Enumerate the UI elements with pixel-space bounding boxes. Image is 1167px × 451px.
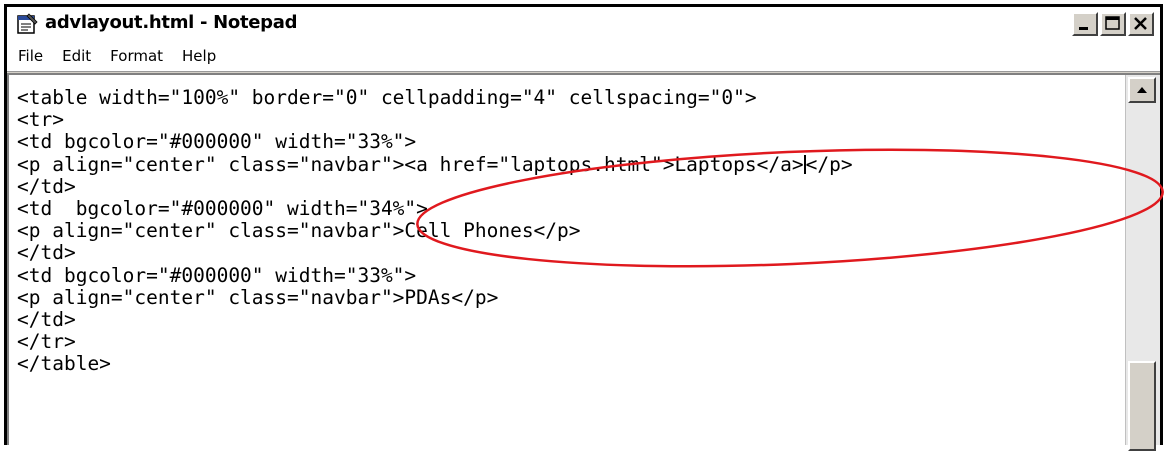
menu-edit[interactable]: Edit (62, 47, 91, 65)
code-line: </td> (17, 241, 76, 265)
window-title: advlayout.html - Notepad (45, 12, 298, 33)
menu-bar: File Edit Format Help (7, 41, 1160, 72)
code-line: </td> (17, 307, 76, 331)
close-button[interactable] (1128, 12, 1154, 36)
code-line: </table> (17, 352, 111, 376)
code-line: </td> (17, 174, 76, 198)
code-line: <table width="100%" border="0" cellpaddi… (17, 86, 757, 109)
code-line: <td bgcolor="#000000" width="33%"> (17, 263, 417, 287)
menu-help[interactable]: Help (182, 47, 216, 65)
code-line: <p align="center" class="navbar">PDAs</p… (17, 285, 499, 309)
notepad-icon (17, 13, 38, 34)
code-line: <td bgcolor="#000000" width="34%"> (17, 196, 428, 220)
menu-format[interactable]: Format (110, 47, 163, 65)
minimize-icon (1079, 27, 1088, 30)
menu-file[interactable]: File (18, 47, 43, 65)
maximize-button[interactable] (1100, 12, 1126, 36)
close-icon (1134, 17, 1147, 30)
code-line: <td bgcolor="#000000" width="33%"> (17, 130, 417, 154)
code-line-with-caret: <p align="center" class="navbar"><a href… (17, 152, 1114, 176)
maximize-icon (1105, 16, 1120, 30)
window-controls (1072, 12, 1154, 36)
code-line: <tr> (17, 108, 64, 132)
scroll-thumb[interactable] (1128, 361, 1156, 451)
scroll-up-button[interactable] (1128, 77, 1156, 103)
code-line-text: <p align="center" class="navbar"><a href… (17, 152, 804, 176)
code-line: <p align="center" class="navbar">Cell Ph… (17, 219, 581, 243)
text-editor-area[interactable]: <table width="100%" border="0" cellpaddi… (7, 73, 1160, 451)
title-bar[interactable]: advlayout.html - Notepad (7, 7, 1160, 41)
minimize-button[interactable] (1072, 12, 1098, 36)
code-line: </tr> (17, 330, 76, 354)
notepad-window: advlayout.html - Notepad File Edit Forma… (4, 4, 1163, 451)
code-line-text-after-caret: </p> (805, 152, 853, 176)
arrow-up-icon (1137, 87, 1147, 93)
code-content[interactable]: <table width="100%" border="0" cellpaddi… (17, 86, 1114, 376)
vertical-scrollbar[interactable] (1125, 75, 1160, 451)
